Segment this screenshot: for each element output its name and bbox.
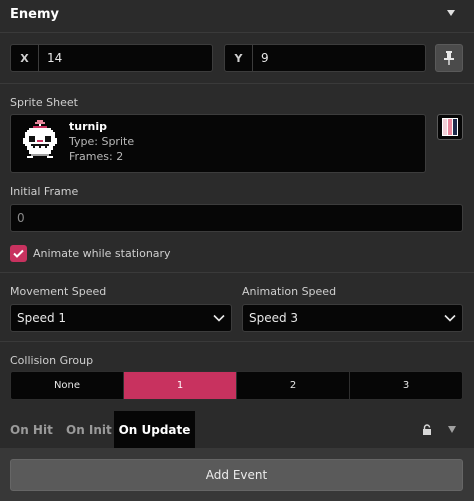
movement-speed-label: Movement Speed <box>10 285 107 298</box>
collision-group-segmented-control[interactable]: None 1 2 3 <box>10 371 463 400</box>
animate-while-stationary-checkbox[interactable] <box>10 245 27 262</box>
collision-option-none[interactable]: None <box>11 372 124 399</box>
animation-speed-select[interactable]: Speed 3 <box>242 304 463 332</box>
pin-button[interactable] <box>435 44 463 72</box>
script-tabs: On Hit On Init On Update <box>0 411 474 448</box>
tab-on-init[interactable]: On Init <box>66 411 112 448</box>
sprite-sheet-selector[interactable]: turnip Type: Sprite Frames: 2 <box>10 114 426 173</box>
collision-group-label: Collision Group <box>10 354 94 367</box>
initial-frame-input[interactable]: 0 <box>10 204 463 232</box>
panel-header[interactable]: Enemy <box>0 0 474 33</box>
sprite-name: turnip <box>69 120 107 133</box>
animation-speed-label: Animation Speed <box>242 285 337 298</box>
sprite-type: Type: Sprite <box>69 135 135 148</box>
sprite-thumbnail <box>23 120 57 158</box>
palette-icon <box>442 118 458 136</box>
y-value[interactable]: 9 <box>253 51 269 65</box>
y-label: Y <box>225 45 253 71</box>
x-value[interactable]: 14 <box>39 51 62 65</box>
sprite-sheet-label: Sprite Sheet <box>10 96 78 109</box>
y-coordinate-field[interactable]: Y 9 <box>224 44 426 72</box>
animate-while-stationary-label[interactable]: Animate while stationary <box>33 247 171 260</box>
triangle-down-icon[interactable] <box>446 8 456 18</box>
palette-button[interactable] <box>437 114 463 140</box>
triangle-down-icon[interactable] <box>447 425 457 434</box>
initial-frame-label: Initial Frame <box>10 185 79 198</box>
tab-on-hit[interactable]: On Hit <box>10 411 53 448</box>
animation-speed-value: Speed 3 <box>249 311 299 325</box>
pin-icon <box>444 51 454 65</box>
sprite-frames: Frames: 2 <box>69 150 124 163</box>
tab-on-update[interactable]: On Update <box>114 411 195 448</box>
x-label: X <box>11 45 39 71</box>
movement-speed-value: Speed 1 <box>17 311 67 325</box>
divider <box>0 272 474 273</box>
lock-icon[interactable] <box>422 424 432 435</box>
collision-option-2[interactable]: 2 <box>237 372 350 399</box>
add-event-button[interactable]: Add Event <box>10 459 463 491</box>
divider <box>0 83 474 84</box>
checkmark-icon <box>13 249 24 258</box>
chevron-down-icon <box>444 314 456 322</box>
collision-option-3[interactable]: 3 <box>350 372 462 399</box>
movement-speed-select[interactable]: Speed 1 <box>10 304 232 332</box>
collision-option-1[interactable]: 1 <box>124 372 237 399</box>
panel-title: Enemy <box>10 7 59 22</box>
x-coordinate-field[interactable]: X 14 <box>10 44 213 72</box>
chevron-down-icon <box>213 314 225 322</box>
divider <box>0 341 474 342</box>
